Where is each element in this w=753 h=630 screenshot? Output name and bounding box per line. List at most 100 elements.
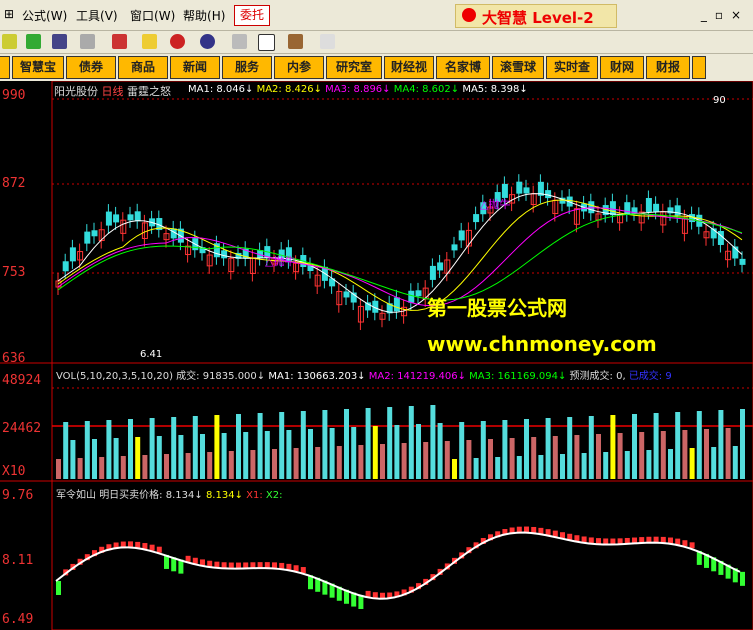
volume-bar: [214, 415, 220, 479]
volume-bar: [250, 450, 256, 479]
candle-body: [84, 231, 91, 244]
tool-record-icon[interactable]: [170, 34, 185, 49]
volume-bar: [329, 428, 335, 479]
volume-bar: [279, 412, 285, 479]
volume-bar: [459, 422, 465, 479]
nav-button[interactable]: [0, 56, 10, 79]
nav-button[interactable]: 智慧宝: [12, 56, 64, 79]
nav-button[interactable]: 新闻: [170, 56, 220, 79]
tool-window-icon[interactable]: [258, 34, 275, 51]
tool-alert-icon[interactable]: [112, 34, 127, 49]
weituo-button[interactable]: 委托: [234, 5, 270, 26]
nav-button[interactable]: 滚雪球: [492, 56, 544, 79]
volume-bar: [351, 427, 357, 479]
vol-axis-label: 48924: [2, 373, 42, 388]
menu-help[interactable]: 帮助(H): [183, 7, 225, 24]
period-label: 日线: [101, 85, 124, 98]
menu-formula[interactable]: 公式(W): [22, 7, 67, 24]
volume-bar: [171, 417, 177, 479]
volume-bar: [106, 420, 112, 479]
nav-button[interactable]: 服务: [222, 56, 272, 79]
ma-value: MA4: 8.602↓: [393, 84, 463, 95]
nav-button[interactable]: 商品: [118, 56, 168, 79]
candle-body: [739, 258, 746, 265]
tool-cursor-icon[interactable]: [320, 34, 335, 49]
volume-bar: [639, 432, 645, 479]
indicator-bar: [200, 559, 205, 566]
volume-bar: [675, 412, 681, 479]
tool-diamond-icon[interactable]: [142, 34, 157, 49]
volume-bar: [696, 411, 702, 479]
tool-save-icon[interactable]: [232, 34, 247, 49]
candle-body: [62, 261, 69, 272]
volume-bar: [77, 458, 83, 479]
volume-bar: [192, 416, 198, 479]
candle-body: [516, 181, 523, 194]
tool-chart-icon[interactable]: [26, 34, 41, 49]
indicator-bar: [689, 542, 695, 549]
vol-forecast: 预测成交: 0,: [569, 371, 626, 382]
volume-bar: [538, 455, 544, 479]
volume-bar: [725, 428, 731, 479]
vol-axis-label: X10: [2, 464, 26, 479]
volume-bar: [682, 430, 688, 479]
volume-bar: [286, 430, 292, 479]
chart-area[interactable]: 阳光股份 日线 雷霆之怒 MA1: 8.046↓ MA2: 8.426↓ MA3…: [0, 81, 753, 630]
nav-button[interactable]: 实时查: [546, 56, 598, 79]
volume-bar: [610, 415, 616, 479]
nav-button[interactable]: 名家博: [436, 56, 490, 79]
volume-bar: [308, 429, 313, 479]
volume-bar: [617, 433, 623, 479]
candle-body: [134, 211, 141, 222]
ma-value: MA2: 8.426↓: [256, 84, 326, 95]
nav-button[interactable]: 财报: [646, 56, 690, 79]
volume-bar: [63, 422, 69, 479]
stock-name: 阳光股份: [54, 85, 98, 98]
volume-bar: [113, 438, 119, 479]
bottom-x2: X2:: [265, 490, 283, 501]
candle-body: [545, 190, 552, 199]
volume-bar: [365, 408, 371, 479]
nav-button[interactable]: 财经视: [384, 56, 434, 79]
nav-button[interactable]: 研究室: [326, 56, 382, 79]
menu-icon[interactable]: ⊞: [4, 7, 14, 21]
menu-label: 帮助: [183, 9, 208, 23]
volume-bar: [92, 439, 97, 479]
nav-button[interactable]: 债券: [66, 56, 116, 79]
volume-bar: [178, 435, 184, 479]
nav-button[interactable]: 财网: [600, 56, 644, 79]
candle-body: [91, 230, 98, 237]
candle-body: [717, 230, 724, 245]
nav-button[interactable]: [692, 56, 706, 79]
volume-bar: [300, 411, 306, 479]
window-controls[interactable]: _▫×: [701, 8, 749, 22]
indicator-bar: [142, 543, 148, 550]
candle-body: [408, 290, 415, 303]
tool-grid-icon[interactable]: [2, 34, 17, 49]
volume-bar: [660, 431, 666, 479]
candle-body: [645, 197, 652, 212]
bottom-indicator-name: 军令如山: [56, 490, 96, 501]
tool-books-icon[interactable]: [288, 34, 303, 49]
candle-body: [343, 291, 350, 298]
volume-bar: [502, 420, 508, 479]
toolbar: [0, 31, 753, 54]
volume-bar: [135, 437, 141, 479]
nav-button[interactable]: 内参: [274, 56, 324, 79]
tool-binoculars-icon[interactable]: [52, 34, 67, 49]
volume-bar: [444, 441, 450, 479]
tool-globe-icon[interactable]: [200, 34, 215, 49]
tool-speaker-icon[interactable]: [80, 34, 95, 49]
menu-window[interactable]: 窗口(W): [130, 7, 175, 24]
menu-key: (W): [46, 9, 68, 23]
ma-values: MA1: 8.046↓ MA2: 8.426↓ MA3: 8.896↓ MA4:…: [188, 84, 528, 95]
candle-body: [415, 290, 422, 297]
menu-tools[interactable]: 工具(V): [76, 7, 118, 24]
volume-bar: [466, 440, 472, 479]
vol-ma2: MA2: 141219.406↓: [368, 371, 466, 382]
volume-bar: [228, 451, 234, 479]
volume-bar: [243, 432, 249, 479]
candle-body: [588, 201, 595, 214]
volume-bar: [653, 413, 659, 479]
volume-title: VOL(5,10,20,3,5,10,20) 成交: 91835.000↓ MA…: [56, 367, 672, 382]
